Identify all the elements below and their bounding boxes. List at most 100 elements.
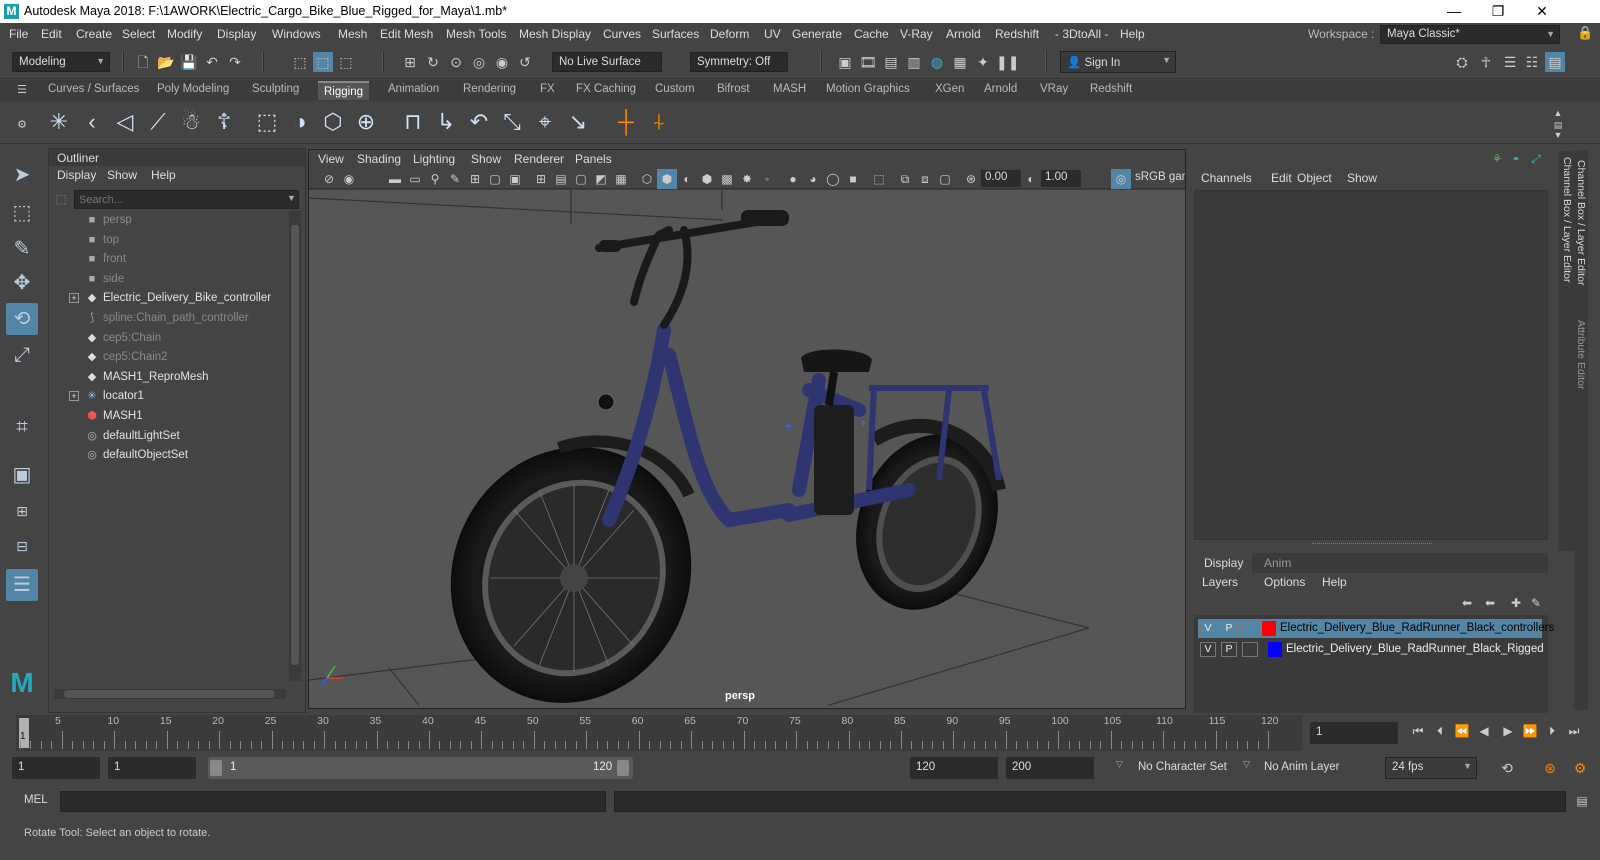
light-editor-icon[interactable]: ✦ <box>973 52 993 72</box>
layer-row[interactable]: V P Electric_Delivery_Blue_RadRunner_Black… <box>1198 640 1544 659</box>
use-all-lights-icon[interactable]: ▩ <box>717 169 737 189</box>
isolate-icon[interactable]: ▦ <box>611 169 631 189</box>
play-backwards-icon[interactable]: ◀ <box>1474 721 1494 741</box>
menu-curves[interactable]: Curves <box>603 27 641 41</box>
menu-mesh-display[interactable]: Mesh Display <box>519 27 591 41</box>
character-controls-icon[interactable]: ☥ <box>1476 52 1496 72</box>
viewport-menu-panels[interactable]: Panels <box>575 152 612 166</box>
menu-display[interactable]: Display <box>217 27 256 41</box>
channel-box-side-label[interactable]: Channel Box / Layer Editor <box>1575 160 1587 286</box>
fps-dropdown[interactable]: 24 fps ▼ <box>1385 757 1477 779</box>
layer-tab-display[interactable]: Display <box>1194 553 1252 573</box>
menu-help[interactable]: Help <box>1120 27 1145 41</box>
render-settings-icon[interactable]: ▥ <box>904 52 924 72</box>
loop-icon[interactable]: ⟲ <box>1497 758 1517 778</box>
step-forward-frame-icon[interactable]: ⏵ <box>1542 721 1562 741</box>
scale-tool-icon[interactable]: ⤢ <box>6 339 38 371</box>
menu-mesh-tools[interactable]: Mesh Tools <box>446 27 506 41</box>
film-gate-icon[interactable]: ▢ <box>485 169 505 189</box>
menu-3dtoall[interactable]: - 3DtoAll - <box>1055 27 1108 41</box>
smooth-shade-icon[interactable]: ⬢ <box>657 169 677 189</box>
shelf-tab-motion-graphics[interactable]: Motion Graphics <box>826 83 910 95</box>
render-current-icon[interactable]: 🎞 <box>858 52 878 72</box>
chevron-down-icon[interactable]: ▽ <box>1116 759 1123 770</box>
open-scene-icon[interactable]: 📂 <box>156 52 176 72</box>
channel-box-toggle-icon[interactable]: ▤ <box>1545 52 1565 72</box>
gamma-field[interactable]: 1.00 <box>1041 170 1081 187</box>
new-layer-icon[interactable]: ✚ <box>1506 593 1526 613</box>
layer-visibility-toggle[interactable]: V <box>1200 621 1216 636</box>
2d-pan-zoom-icon[interactable]: ⚲ <box>425 169 445 189</box>
orient-constraint-icon[interactable]: ↶ <box>464 107 494 137</box>
animation-start-field[interactable]: 1 <box>12 757 100 779</box>
ambient-occlusion-icon[interactable]: ◦ <box>757 169 777 189</box>
expand-icon[interactable]: + <box>69 293 79 304</box>
shelf-scroll-down-icon[interactable]: ▼ <box>1548 125 1568 145</box>
resolution-gate-icon[interactable]: ▣ <box>505 169 525 189</box>
shadows-icon[interactable]: ✸ <box>737 169 757 189</box>
layer-display-type-toggle[interactable] <box>1242 642 1258 657</box>
maximize-button[interactable]: ❐ <box>1476 0 1520 23</box>
ik-spline-icon[interactable]: ⟋ <box>143 107 173 137</box>
character-set-dropdown[interactable]: No Character Set <box>1132 757 1230 779</box>
step-forward-key-icon[interactable]: ⏩ <box>1520 721 1540 741</box>
select-hierarchy-icon[interactable]: ⬚ <box>290 52 310 72</box>
select-camera-icon[interactable]: ⊘ <box>319 169 339 189</box>
menu-generate[interactable]: Generate <box>792 27 842 41</box>
outliner-item[interactable]: ■ front <box>49 250 284 270</box>
camera-attributes-icon[interactable]: ◉ <box>339 169 359 189</box>
outliner-item[interactable]: + ✳ locator1 <box>49 387 284 407</box>
menu-uv[interactable]: UV <box>764 27 781 41</box>
new-layer-selected-icon[interactable]: ✎ <box>1526 593 1546 613</box>
parent-constraint-icon[interactable]: ⊓ <box>398 107 428 137</box>
snap-surface-icon[interactable]: ↺ <box>515 52 535 72</box>
exposure-icon[interactable]: ⊛ <box>961 169 981 189</box>
cluster-icon[interactable]: ⊕ <box>351 107 381 137</box>
outliner-item[interactable]: ■ side <box>49 270 284 290</box>
outliner-item[interactable]: ◆ MASH1_ReproMesh <box>49 368 284 388</box>
layer-playback-toggle[interactable]: P <box>1221 642 1237 657</box>
shelf-tab-vray[interactable]: VRay <box>1040 83 1068 95</box>
field-chart-icon[interactable]: ▤ <box>551 169 571 189</box>
outliner-item[interactable]: ◆ cep5:Chain <box>49 329 284 349</box>
go-to-end-icon[interactable]: ⏭ <box>1564 721 1584 741</box>
bind-skin-icon[interactable]: ⬚ <box>252 107 282 137</box>
layer-menu-options[interactable]: Options <box>1264 575 1305 589</box>
wireframe-icon[interactable]: ⊞ <box>531 169 551 189</box>
outliner-item[interactable]: ■ top <box>49 231 284 251</box>
time-slider[interactable]: 1 5 10 15 20 25 30 35 40 45 50 55 60 65 70 75 80 85 90 95 1… <box>0 713 1600 753</box>
outliner-horizontal-scrollbar[interactable] <box>54 689 286 699</box>
shelf-tab-fx[interactable]: FX <box>540 83 555 95</box>
outliner-search-input[interactable] <box>74 190 299 209</box>
lasso-tool-icon[interactable]: ⬚ <box>6 197 38 229</box>
layer-tab-anim[interactable]: Anim <box>1264 556 1291 570</box>
tool-settings-icon[interactable]: ☷ <box>1522 52 1542 72</box>
pause-viewport-icon[interactable]: ❚❚ <box>996 52 1019 72</box>
hypershade-icon[interactable]: ◍ <box>927 52 947 72</box>
scene-view[interactable]: + + persp <box>308 190 1185 708</box>
shelf-tab-rendering[interactable]: Rendering <box>463 83 516 95</box>
menu-modify[interactable]: Modify <box>167 27 202 41</box>
menu-surfaces[interactable]: Surfaces <box>652 27 699 41</box>
channel-box-icon-b[interactable]: ◓ <box>1506 149 1526 169</box>
shelf-tab-sculpting[interactable]: Sculpting <box>252 83 299 95</box>
create-joint-icon[interactable]: ✳ <box>44 107 74 137</box>
xray-joints-icon[interactable]: ⧉ <box>895 169 915 189</box>
chevron-down-icon[interactable]: ▽ <box>1243 759 1250 770</box>
snap-view-plane-icon[interactable]: ◎ <box>469 52 489 72</box>
menu-edit-mesh[interactable]: Edit Mesh <box>380 27 433 41</box>
color-space-dropdown[interactable]: sRGB gam <box>1131 170 1185 187</box>
depth-of-field-icon[interactable]: ◯ <box>823 169 843 189</box>
mel-command-input[interactable] <box>60 791 606 812</box>
outliner-item[interactable]: ◎ defaultObjectSet <box>49 446 284 466</box>
channel-menu-object[interactable]: Object <box>1297 171 1332 185</box>
redo-icon[interactable]: ↷ <box>225 52 245 72</box>
ik-handle-icon[interactable]: ◁ <box>110 107 140 137</box>
play-forwards-icon[interactable]: ▶ <box>1498 721 1518 741</box>
auto-key-icon[interactable]: ⊛ <box>1540 758 1560 778</box>
outliner-menu-display[interactable]: Display <box>57 168 96 182</box>
channel-menu-channels[interactable]: Channels <box>1201 171 1252 185</box>
move-layer-up-icon[interactable]: ⬅ <box>1457 593 1477 613</box>
outliner-item[interactable]: ◆ cep5:Chain2 <box>49 348 284 368</box>
menu-set-dropdown[interactable]: Modeling ▼ <box>12 52 110 72</box>
